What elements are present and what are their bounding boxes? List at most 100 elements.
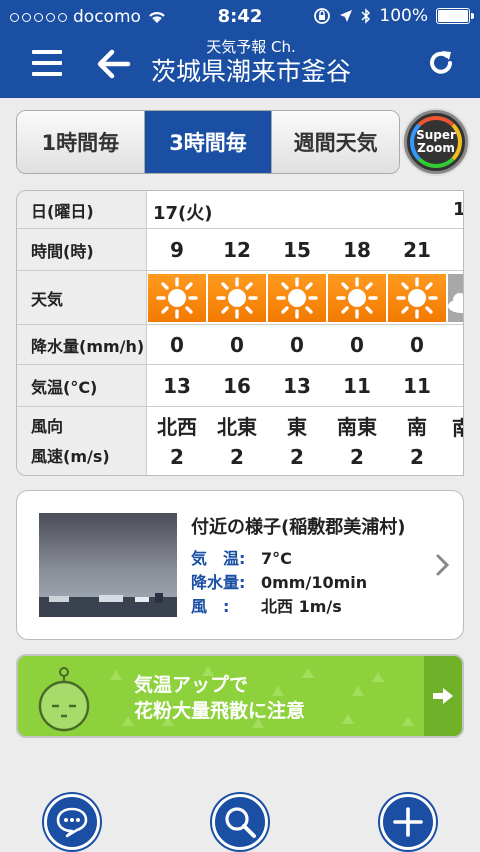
time-row: 時間(時) 9 12 15 18 21 bbox=[17, 229, 463, 271]
sunny-icon bbox=[148, 274, 206, 322]
wind-speed: 2 bbox=[170, 445, 184, 469]
nearby-wind-label: 風 : bbox=[191, 597, 230, 616]
arrow-right-icon bbox=[433, 688, 453, 704]
nearby-rain: 降水量: 0mm/10min bbox=[191, 569, 367, 593]
add-button[interactable] bbox=[380, 794, 436, 850]
wind-speed: 2 bbox=[230, 445, 244, 469]
header-titles: 天気予報 Ch. 茨城県潮来市釜谷 bbox=[136, 38, 366, 88]
wind-cell: 南東 2 bbox=[327, 407, 387, 475]
wind-direction: 南東 bbox=[337, 415, 377, 439]
live-camera-photo bbox=[39, 513, 177, 617]
date-cell: 17(火) bbox=[153, 203, 213, 224]
rotation-lock-icon bbox=[314, 8, 331, 24]
weather-row-label: 天気 bbox=[17, 271, 147, 324]
banner-arrow-button[interactable] bbox=[424, 656, 462, 736]
back-button[interactable] bbox=[94, 44, 134, 84]
time-cell: 12 bbox=[223, 237, 251, 262]
location-icon bbox=[340, 10, 353, 22]
weather-row: 天気 bbox=[17, 271, 463, 325]
wind-row: 風向 風速(m/s) 北西 2 北東 2 東 2 南東 2 南 2 bbox=[17, 407, 463, 475]
date-row-label: 日(曜日) bbox=[17, 191, 147, 228]
forecast-table[interactable]: 日(曜日) 17(火) 18 時間(時) 9 12 15 18 21 天気 bbox=[16, 190, 464, 476]
battery-percent: 100% bbox=[379, 6, 428, 26]
speech-bubble-icon bbox=[56, 807, 88, 838]
tab-weekly[interactable]: 週間天気 bbox=[272, 111, 399, 173]
rain-cell: 0 bbox=[230, 332, 244, 357]
wind-cell: 東 2 bbox=[267, 407, 327, 475]
header-subtitle: 天気予報 Ch. bbox=[206, 38, 296, 56]
wind-cell: 南 bbox=[447, 407, 463, 475]
rain-cell: 0 bbox=[170, 332, 184, 357]
refresh-icon bbox=[430, 51, 452, 74]
rain-row: 降水量(mm/h) 0 0 0 0 0 bbox=[17, 325, 463, 365]
mascot-icon bbox=[38, 667, 90, 732]
app-header: docomo 8:42 100% 天気予報 Ch. 茨城県潮来市釜谷 bbox=[0, 0, 480, 98]
sunny-icon bbox=[208, 274, 266, 322]
rain-cell: 0 bbox=[410, 332, 424, 357]
banner-line-1: 気温アップで bbox=[134, 674, 249, 696]
nearby-title: 付近の様子(稲敷郡美浦村) bbox=[191, 517, 406, 538]
wind-speed-label: 風速(m/s) bbox=[31, 447, 110, 466]
time-cell: 21 bbox=[403, 237, 431, 262]
nearby-rain-value: 0mm/10min bbox=[261, 573, 368, 592]
wind-direction: 北西 bbox=[157, 415, 197, 439]
battery-icon bbox=[436, 8, 474, 24]
wind-direction: 南 bbox=[407, 415, 427, 439]
cloudy-icon bbox=[448, 274, 463, 322]
nearby-temperature: 気 温: 7°C bbox=[191, 545, 292, 569]
refresh-button[interactable] bbox=[424, 46, 458, 80]
search-button[interactable] bbox=[212, 794, 268, 850]
banner-line-2: 花粉大量飛散に注意 bbox=[134, 700, 306, 722]
wind-cell: 南 2 bbox=[387, 407, 447, 475]
rain-cell: 0 bbox=[350, 332, 364, 357]
wind-row-label: 風向 風速(m/s) bbox=[17, 407, 147, 475]
tab-hourly[interactable]: 1時間毎 bbox=[17, 111, 145, 173]
nearby-temperature-value: 7°C bbox=[261, 549, 292, 568]
tab-3-hourly[interactable]: 3時間毎 bbox=[144, 111, 273, 173]
date-row: 日(曜日) 17(火) 18 bbox=[17, 191, 463, 229]
bluetooth-icon bbox=[361, 8, 371, 24]
time-row-label: 時間(時) bbox=[17, 229, 147, 270]
temperature-row-label: 気温(°C) bbox=[17, 365, 147, 406]
pollen-alert-banner[interactable]: 気温アップで 花粉大量飛散に注意 bbox=[16, 654, 464, 738]
wind-direction: 南 bbox=[452, 413, 463, 443]
temperature-cell: 11 bbox=[403, 373, 431, 398]
temperature-cell: 13 bbox=[283, 373, 311, 398]
temperature-cell: 16 bbox=[223, 373, 251, 398]
wind-speed: 2 bbox=[350, 445, 364, 469]
rain-row-label: 降水量(mm/h) bbox=[17, 325, 147, 364]
time-cell: 18 bbox=[343, 237, 371, 262]
arrow-left-icon bbox=[97, 49, 131, 79]
temperature-row: 気温(°C) 13 16 13 11 11 bbox=[17, 365, 463, 407]
sunny-icon bbox=[388, 274, 446, 322]
nearby-wind-value: 北西 1m/s bbox=[261, 597, 342, 616]
menu-button[interactable] bbox=[32, 50, 62, 76]
time-cell: 9 bbox=[170, 237, 184, 262]
wind-direction-label: 風向 bbox=[31, 417, 64, 436]
nearby-rain-label: 降水量: bbox=[191, 573, 246, 592]
temperature-cell: 13 bbox=[163, 373, 191, 398]
rain-cell: 0 bbox=[290, 332, 304, 357]
nearby-wind: 風 : 北西 1m/s bbox=[191, 593, 342, 617]
wind-cell: 北西 2 bbox=[147, 407, 207, 475]
forecast-tabs: 1時間毎 3時間毎 週間天気 bbox=[16, 110, 400, 174]
wind-cell: 北東 2 bbox=[207, 407, 267, 475]
nearby-temperature-label: 気 温: bbox=[191, 549, 246, 568]
superzoom-button[interactable]: Super Zoom bbox=[404, 110, 468, 174]
wind-speed: 2 bbox=[290, 445, 304, 469]
plus-icon bbox=[393, 807, 423, 837]
sunny-icon bbox=[268, 274, 326, 322]
page-title: 茨城県潮来市釜谷 bbox=[150, 57, 351, 86]
comment-button[interactable] bbox=[44, 794, 100, 850]
temperature-cell: 11 bbox=[343, 373, 371, 398]
wind-direction: 東 bbox=[287, 415, 307, 439]
next-date-cell: 18 bbox=[453, 199, 463, 220]
chevron-right-icon bbox=[436, 554, 450, 576]
status-bar: docomo 8:42 100% bbox=[0, 0, 480, 34]
sunny-icon bbox=[328, 274, 386, 322]
search-icon bbox=[225, 807, 256, 838]
nearby-conditions-card[interactable]: 付近の様子(稲敷郡美浦村) 気 温: 7°C 降水量: 0mm/10min 風 : 北… bbox=[16, 490, 464, 640]
wind-speed: 2 bbox=[410, 445, 424, 469]
time-cell: 15 bbox=[283, 237, 311, 262]
wind-direction: 北東 bbox=[217, 415, 257, 439]
